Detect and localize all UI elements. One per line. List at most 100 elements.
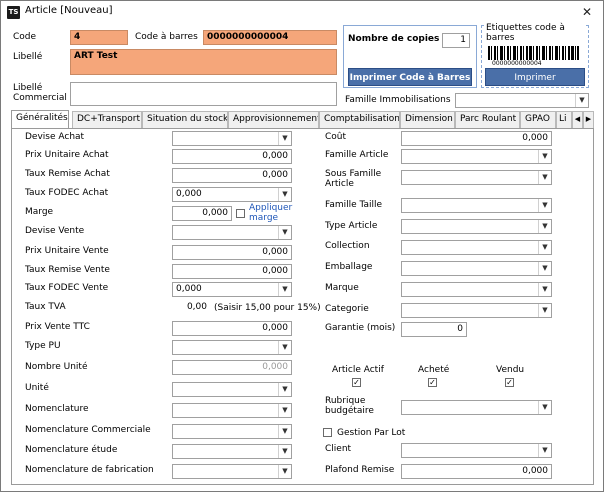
article-window: TS Article [Nouveau] ✕ Code 4 Code à bar… <box>0 0 604 492</box>
nomenclature-commerciale-select[interactable]: ▼ <box>172 424 292 439</box>
prix-vente-ttc-field[interactable]: 0,000 <box>172 321 292 336</box>
cout-field[interactable]: 0,000 <box>401 131 552 146</box>
chevron-down-icon: ▼ <box>538 444 551 457</box>
rubrique-budgetaire-select[interactable]: ▼ <box>401 400 552 415</box>
gestion-par-lot-checkbox[interactable] <box>323 428 332 437</box>
collection-select[interactable]: ▼ <box>401 240 552 255</box>
tab-scroll-left-icon[interactable]: ◀ <box>572 111 583 128</box>
nomenclature-select[interactable]: ▼ <box>172 403 292 418</box>
garantie-field[interactable]: 0 <box>401 322 467 337</box>
generalites-panel: Devise Achat ▼ Prix Unitaire Achat 0,000… <box>11 128 594 485</box>
categorie-select[interactable]: ▼ <box>401 303 552 318</box>
famille-immo-select[interactable]: ▼ <box>455 93 589 108</box>
tab-dc-transport[interactable]: DC+Transport <box>72 111 142 128</box>
print-button[interactable]: Imprimer <box>485 68 585 86</box>
tab-li[interactable]: Li <box>556 111 572 128</box>
vendu-label: Vendu <box>496 365 525 375</box>
tab-parc-roulant[interactable]: Parc Roulant <box>455 111 520 128</box>
tab-scroll-right-icon[interactable]: ▶ <box>583 111 594 128</box>
appliquer-marge-checkbox[interactable] <box>236 209 245 218</box>
type-article-label: Type Article <box>325 221 378 231</box>
chevron-down-icon: ▼ <box>278 341 291 354</box>
barcode-label: Code à barres <box>135 32 198 42</box>
emballage-label: Emballage <box>325 262 373 272</box>
collection-label: Collection <box>325 241 370 251</box>
devise-achat-select[interactable]: ▼ <box>172 131 292 146</box>
appliquer-marge-label[interactable]: Appliquer marge <box>249 203 295 223</box>
marque-label: Marque <box>325 283 359 293</box>
app-logo-icon: TS <box>7 6 20 19</box>
plafond-remise-field[interactable]: 0,000 <box>401 464 552 479</box>
vendu-checkbox[interactable]: ✓ <box>505 378 514 387</box>
tab-dimension[interactable]: Dimension <box>400 111 455 128</box>
type-pu-select[interactable]: ▼ <box>172 340 292 355</box>
chevron-down-icon: ▼ <box>278 383 291 396</box>
famille-article-select[interactable]: ▼ <box>401 149 552 164</box>
prix-vente-ttc-label: Prix Vente TTC <box>25 322 90 332</box>
article-actif-checkbox[interactable]: ✓ <box>352 378 361 387</box>
libelle-field[interactable]: ART Test <box>70 49 337 75</box>
print-barcode-button[interactable]: Imprimer Code à Barres <box>348 68 472 86</box>
unite-select[interactable]: ▼ <box>172 382 292 397</box>
gestion-par-lot-label: Gestion Par Lot <box>337 428 406 438</box>
barcode-field[interactable]: 0000000000004 <box>203 30 337 45</box>
copies-field[interactable]: 1 <box>442 33 470 48</box>
nomenclature-etude-select[interactable]: ▼ <box>172 444 292 459</box>
chevron-down-icon: ▼ <box>538 262 551 275</box>
chevron-down-icon: ▼ <box>278 425 291 438</box>
client-select[interactable]: ▼ <box>401 443 552 458</box>
tab-comptabilisation[interactable]: Comptabilisation <box>319 111 400 128</box>
taux-fodec-achat-label: Taux FODEC Achat <box>25 188 109 198</box>
close-icon[interactable]: ✕ <box>575 3 599 21</box>
taux-tva-field[interactable]: 0,00 <box>172 301 210 316</box>
chevron-down-icon: ▼ <box>278 226 291 239</box>
emballage-select[interactable]: ▼ <box>401 261 552 276</box>
famille-immo-label: Famille Immobilisations <box>345 95 451 105</box>
taux-fodec-achat-value: 0,000 <box>176 189 202 199</box>
marge-field[interactable]: 0,000 <box>172 206 232 221</box>
devise-vente-select[interactable]: ▼ <box>172 225 292 240</box>
libelle-commercial-field[interactable] <box>70 82 337 106</box>
cout-label: Coût <box>325 132 347 142</box>
nomenclature-fabrication-select[interactable]: ▼ <box>172 464 292 479</box>
tab-situation-stock[interactable]: Situation du stock <box>142 111 228 128</box>
taux-tva-hint: (Saisir 15,00 pour 15%) <box>214 303 321 313</box>
famille-taille-select[interactable]: ▼ <box>401 198 552 213</box>
taux-fodec-achat-select[interactable]: 0,000 ▼ <box>172 187 292 202</box>
famille-article-label: Famille Article <box>325 150 389 160</box>
etiquettes-label: Etiquettes code à barres <box>486 23 586 43</box>
tab-strip: Généralités DC+Transport Situation du st… <box>11 110 594 129</box>
copies-label: Nombre de copies <box>348 34 440 44</box>
prix-unitaire-achat-field[interactable]: 0,000 <box>172 149 292 164</box>
chevron-down-icon: ▼ <box>278 188 291 201</box>
type-article-select[interactable]: ▼ <box>401 219 552 234</box>
taux-remise-vente-field[interactable]: 0,000 <box>172 264 292 279</box>
achete-label: Acheté <box>418 365 450 375</box>
marque-select[interactable]: ▼ <box>401 282 552 297</box>
taux-fodec-vente-select[interactable]: 0,000 ▼ <box>172 282 292 297</box>
taux-remise-achat-field[interactable]: 0,000 <box>172 168 292 183</box>
prix-unitaire-vente-field[interactable]: 0,000 <box>172 245 292 260</box>
chevron-down-icon: ▼ <box>538 199 551 212</box>
chevron-down-icon: ▼ <box>538 150 551 163</box>
taux-tva-label: Taux TVA <box>25 302 66 312</box>
devise-vente-label: Devise Vente <box>25 226 85 236</box>
nombre-unite-field[interactable]: 0,000 <box>172 360 292 375</box>
copies-group: Nombre de copies 1 Imprimer Code à Barre… <box>343 25 477 88</box>
achete-checkbox[interactable]: ✓ <box>428 378 437 387</box>
chevron-down-icon: ▼ <box>538 171 551 184</box>
chevron-down-icon: ▼ <box>538 401 551 414</box>
plafond-remise-label: Plafond Remise <box>325 465 395 475</box>
sous-famille-article-select[interactable]: ▼ <box>401 170 552 185</box>
chevron-down-icon: ▼ <box>538 304 551 317</box>
tab-generalites[interactable]: Généralités <box>11 110 69 129</box>
code-label: Code <box>13 32 37 42</box>
chevron-down-icon: ▼ <box>538 283 551 296</box>
code-field[interactable]: 4 <box>70 30 128 45</box>
chevron-down-icon: ▼ <box>278 445 291 458</box>
title-bar: TS Article [Nouveau] ✕ <box>1 1 603 23</box>
taux-fodec-vente-value: 0,000 <box>176 284 202 294</box>
tab-gpao[interactable]: GPAO <box>520 111 556 128</box>
nomenclature-fabrication-label: Nomenclature de fabrication <box>25 465 154 475</box>
tab-approvisionnement[interactable]: Approvisionnement <box>228 111 319 128</box>
